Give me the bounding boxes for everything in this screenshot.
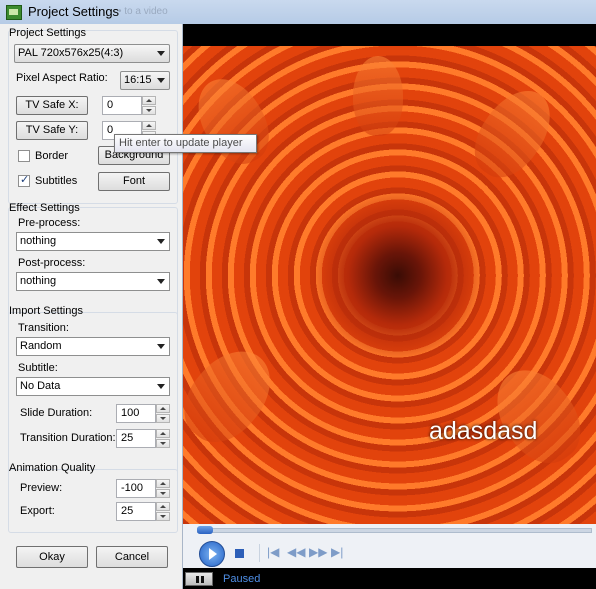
spin-up-icon[interactable] bbox=[142, 121, 156, 130]
chevron-down-icon bbox=[157, 51, 165, 56]
subtitle-value: No Data bbox=[20, 380, 61, 392]
export-quality-label: Export: bbox=[20, 505, 55, 517]
transition-duration-stepper[interactable]: 25 bbox=[116, 429, 170, 448]
okay-button[interactable]: Okay bbox=[16, 546, 88, 568]
spin-down-icon[interactable] bbox=[142, 106, 156, 115]
stop-icon[interactable] bbox=[235, 549, 244, 558]
window-title: Project Settings bbox=[28, 4, 120, 19]
tv-safe-x-input[interactable]: 0 bbox=[102, 96, 142, 115]
animation-quality-label: Animation Quality bbox=[9, 462, 96, 474]
app-icon bbox=[6, 5, 22, 20]
slide-duration-stepper[interactable]: 100 bbox=[116, 404, 170, 423]
preview-quality-stepper[interactable]: -100 bbox=[116, 479, 170, 498]
transition-select[interactable]: Random bbox=[16, 337, 170, 356]
rewind-icon[interactable]: ◀◀ bbox=[287, 545, 305, 559]
video-preview: adasdasd |◀ ◀◀ ▶▶ ▶| Paused bbox=[183, 24, 596, 589]
title-bar: Project Settings • to a video bbox=[0, 0, 596, 25]
transition-label: Transition: bbox=[18, 322, 69, 334]
preview-image bbox=[183, 46, 596, 524]
play-icon[interactable] bbox=[199, 541, 225, 567]
spin-down-icon[interactable] bbox=[156, 512, 170, 521]
font-button[interactable]: Font bbox=[98, 172, 170, 191]
preview-quality-label: Preview: bbox=[20, 482, 63, 494]
pixel-aspect-select[interactable]: 16:15 bbox=[120, 71, 170, 90]
subtitle-caption: adasdasd bbox=[429, 417, 538, 445]
chevron-down-icon bbox=[157, 78, 165, 83]
seek-bar[interactable] bbox=[197, 528, 592, 533]
petal-shape bbox=[183, 335, 287, 457]
project-settings-label: Project Settings bbox=[9, 27, 87, 39]
spin-down-icon[interactable] bbox=[156, 439, 170, 448]
spin-up-icon[interactable] bbox=[156, 429, 170, 438]
tv-safe-x-stepper[interactable]: 0 bbox=[102, 96, 156, 115]
export-quality-stepper[interactable]: 25 bbox=[116, 502, 170, 521]
subtitle-select[interactable]: No Data bbox=[16, 377, 170, 396]
video-format-select[interactable]: PAL 720x576x25(4:3) bbox=[14, 44, 170, 63]
spin-down-icon[interactable] bbox=[156, 489, 170, 498]
border-label: Border bbox=[35, 150, 69, 162]
transition-value: Random bbox=[20, 340, 62, 352]
slide-duration-label: Slide Duration: bbox=[20, 407, 93, 419]
playback-status: Paused bbox=[223, 573, 261, 585]
tooltip: Hit enter to update player bbox=[114, 134, 257, 153]
border-checkbox[interactable] bbox=[18, 150, 30, 162]
settings-panel: Project Settings PAL 720x576x25(4:3) Pix… bbox=[0, 24, 183, 589]
subtitles-checkbox[interactable] bbox=[18, 173, 30, 187]
transition-duration-input[interactable]: 25 bbox=[116, 429, 156, 448]
subtitles-label: Subtitles bbox=[35, 175, 78, 187]
spin-up-icon[interactable] bbox=[156, 404, 170, 413]
status-bar: Paused bbox=[183, 570, 596, 589]
fast-forward-icon[interactable]: ▶▶ bbox=[309, 545, 327, 559]
slide-duration-input[interactable]: 100 bbox=[116, 404, 156, 423]
spin-up-icon[interactable] bbox=[156, 502, 170, 511]
chevron-down-icon bbox=[157, 279, 165, 284]
post-process-label: Post-process: bbox=[18, 257, 86, 269]
subtitle-label: Subtitle: bbox=[18, 362, 58, 374]
effect-settings-label: Effect Settings bbox=[9, 202, 80, 214]
spin-down-icon[interactable] bbox=[156, 414, 170, 423]
petal-shape bbox=[353, 56, 403, 136]
petal-shape bbox=[480, 354, 596, 478]
player-controls: |◀ ◀◀ ▶▶ ▶| bbox=[183, 524, 596, 568]
pause-icon[interactable] bbox=[185, 572, 213, 586]
cancel-button[interactable]: Cancel bbox=[96, 546, 168, 568]
seek-handle[interactable] bbox=[197, 526, 213, 534]
preview-quality-input[interactable]: -100 bbox=[116, 479, 156, 498]
transition-duration-label: Transition Duration: bbox=[20, 432, 116, 444]
background-window-text: • to a video bbox=[118, 6, 168, 17]
chevron-down-icon bbox=[157, 239, 165, 244]
video-format-value: PAL 720x576x25(4:3) bbox=[18, 47, 124, 59]
post-process-select[interactable]: nothing bbox=[16, 272, 170, 291]
petal-shape bbox=[461, 77, 565, 190]
tv-safe-x-button[interactable]: TV Safe X: bbox=[16, 96, 88, 115]
pixel-aspect-label: Pixel Aspect Ratio: bbox=[16, 72, 108, 84]
pre-process-select[interactable]: nothing bbox=[16, 232, 170, 251]
petal-shape bbox=[184, 67, 282, 175]
tv-safe-y-button[interactable]: TV Safe Y: bbox=[16, 121, 88, 140]
import-settings-label: Import Settings bbox=[9, 305, 83, 317]
post-process-value: nothing bbox=[20, 275, 57, 287]
spin-up-icon[interactable] bbox=[156, 479, 170, 488]
spin-up-icon[interactable] bbox=[142, 96, 156, 105]
divider bbox=[259, 544, 260, 562]
pre-process-label: Pre-process: bbox=[18, 217, 81, 229]
skip-back-icon[interactable]: |◀ bbox=[267, 545, 279, 559]
chevron-down-icon bbox=[157, 344, 165, 349]
skip-forward-icon[interactable]: ▶| bbox=[331, 545, 343, 559]
chevron-down-icon bbox=[157, 384, 165, 389]
export-quality-input[interactable]: 25 bbox=[116, 502, 156, 521]
pre-process-value: nothing bbox=[20, 235, 57, 247]
pixel-aspect-value: 16:15 bbox=[124, 74, 152, 86]
